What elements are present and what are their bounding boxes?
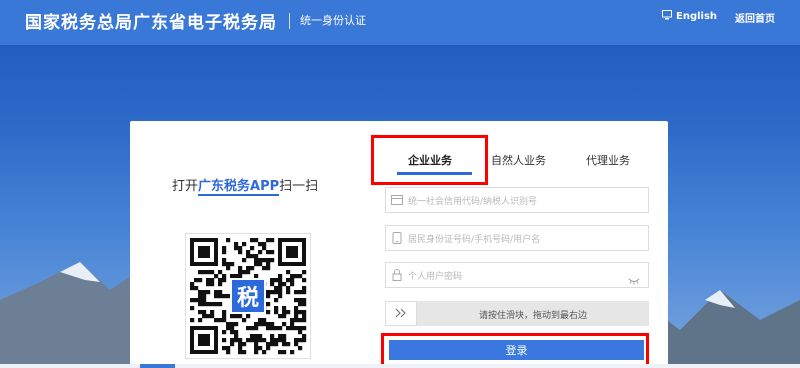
- card-icon: [386, 188, 408, 212]
- slider-instruction: 请按住滑块，拖动到最右边: [478, 311, 587, 321]
- qr-code: 税: [185, 233, 311, 359]
- credit-code-field[interactable]: 统一社会信用代码/纳税人识别号: [385, 187, 649, 213]
- slider-handle[interactable]: [385, 301, 417, 326]
- slide-verify: 请按住滑块，拖动到最右边: [385, 301, 649, 326]
- bottom-progress: [0, 364, 800, 368]
- password-field[interactable]: 个人用户密码: [385, 262, 649, 288]
- tab-individual[interactable]: 自然人业务: [491, 152, 546, 168]
- language-label: English: [676, 11, 718, 22]
- language-switch[interactable]: English: [662, 10, 717, 23]
- double-chevron-right-icon: [395, 306, 407, 322]
- lock-icon: [386, 263, 408, 287]
- tab-agent[interactable]: 代理业务: [586, 152, 630, 168]
- eye-closed-icon[interactable]: [628, 270, 640, 289]
- monitor-icon: [662, 10, 672, 23]
- phone-icon: [386, 226, 408, 250]
- highlight-box-login: [381, 333, 649, 368]
- highlight-box-tab: [371, 135, 488, 185]
- qr-prefix: 打开: [172, 179, 199, 194]
- app-name: 广东税务APP: [198, 179, 280, 196]
- password-placeholder: 个人用户密码: [408, 271, 463, 282]
- qr-suffix: 扫一扫: [279, 179, 319, 194]
- title-divider: [289, 13, 290, 29]
- qr-instruction: 打开广东税务APP扫一扫: [172, 175, 319, 196]
- bottom-progress-segment: [140, 364, 175, 368]
- credit-code-placeholder: 统一社会信用代码/纳税人识别号: [408, 196, 538, 207]
- account-placeholder: 居民身份证号码/手机号码/用户名: [408, 234, 541, 245]
- tax-logo-char: 税: [236, 286, 259, 311]
- home-link[interactable]: 返回首页: [735, 10, 775, 25]
- site-subtitle: 统一身份认证: [300, 14, 366, 27]
- account-field[interactable]: 居民身份证号码/手机号码/用户名: [385, 225, 649, 251]
- site-title: 国家税务总局广东省电子税务局: [25, 13, 277, 33]
- tax-logo-icon: 税: [230, 278, 266, 314]
